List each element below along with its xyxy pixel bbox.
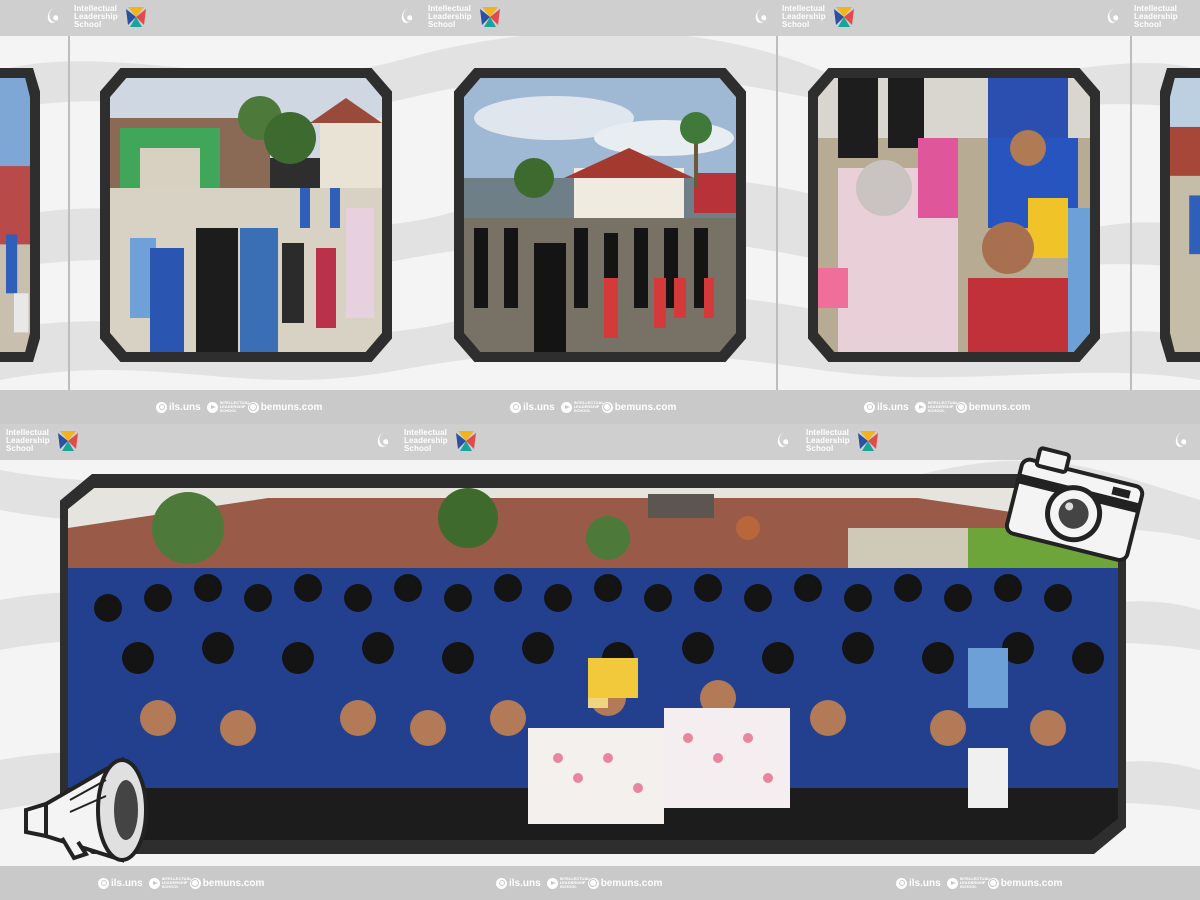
megaphone-icon bbox=[24, 756, 148, 863]
social-links: ils.uns INTELLECTUAL LEADERSHIP SCHOOL b… bbox=[896, 877, 1062, 889]
website-link[interactable]: bemuns.com bbox=[1001, 878, 1063, 889]
swirl-logo-icon bbox=[1174, 430, 1190, 457]
youtube-channel[interactable]: INTELLECTUAL LEADERSHIP SCHOOL bbox=[560, 877, 590, 889]
website-link[interactable]: bemuns.com bbox=[615, 402, 677, 413]
instagram-icon bbox=[98, 877, 109, 889]
instagram-icon bbox=[156, 401, 167, 413]
instagram-handle[interactable]: ils.uns bbox=[111, 878, 143, 889]
instagram-handle[interactable]: ils.uns bbox=[877, 402, 909, 413]
social-links: ils.uns INTELLECTUAL LEADERSHIP SCHOOL b… bbox=[864, 401, 1030, 413]
brand-line-3: School bbox=[782, 20, 810, 29]
swirl-logo-icon bbox=[376, 430, 392, 457]
social-links: ils.uns INTELLECTUAL LEADERSHIP SCHOOL b… bbox=[496, 877, 662, 889]
website-link[interactable]: bemuns.com bbox=[203, 878, 265, 889]
colorful-logo-icon bbox=[479, 7, 500, 27]
brand-line-3: School bbox=[404, 444, 432, 453]
brand-logo: Intellectual Leadership School bbox=[428, 5, 502, 29]
youtube-icon bbox=[560, 401, 572, 413]
colorful-logo-icon bbox=[833, 7, 854, 27]
brand-logo: Intellectual Leadership School bbox=[74, 5, 148, 29]
youtube-icon bbox=[546, 877, 558, 889]
photo bbox=[0, 78, 30, 352]
brand-line-3: School bbox=[428, 20, 456, 29]
group-photo-frame bbox=[60, 474, 1126, 854]
swirl-logo-icon bbox=[1106, 6, 1122, 33]
youtube-icon bbox=[946, 877, 958, 889]
youtube-channel[interactable]: INTELLECTUAL LEADERSHIP SCHOOL bbox=[162, 877, 192, 889]
swirl-logo-icon bbox=[400, 6, 416, 33]
brand-line-3: School bbox=[1134, 20, 1162, 29]
instagram-icon bbox=[864, 401, 875, 413]
brand-logo: Intellectual Leadership School bbox=[404, 429, 478, 453]
globe-icon bbox=[987, 877, 999, 889]
brand-line-3: School bbox=[806, 444, 834, 453]
instagram-handle[interactable]: ils.uns bbox=[509, 878, 541, 889]
youtube-channel[interactable]: INTELLECTUAL LEADERSHIP SCHOOL bbox=[220, 401, 250, 413]
panel-divider bbox=[1130, 36, 1132, 390]
brand-logo: Intellectual Leadership School bbox=[806, 429, 880, 453]
photo-kids-closeup bbox=[818, 78, 1090, 352]
photo-frame-partial-right bbox=[1160, 68, 1200, 362]
globe-icon bbox=[601, 401, 613, 413]
group-photo bbox=[68, 488, 1118, 840]
globe-icon bbox=[955, 401, 967, 413]
footer-bar-2: ils.uns INTELLECTUAL LEADERSHIP SCHOOL b… bbox=[0, 866, 1200, 900]
photo-dance bbox=[464, 78, 736, 352]
instagram-handle[interactable]: ils.uns bbox=[169, 402, 201, 413]
photo bbox=[1170, 78, 1200, 352]
swirl-logo-icon bbox=[754, 6, 770, 33]
colorful-logo-icon bbox=[57, 431, 78, 451]
photo-schoolyard bbox=[110, 78, 382, 352]
panel-divider bbox=[68, 36, 70, 390]
globe-icon bbox=[189, 877, 201, 889]
photo-frame-3 bbox=[808, 68, 1100, 362]
instagram-icon bbox=[896, 877, 907, 889]
website-link[interactable]: bemuns.com bbox=[261, 402, 323, 413]
globe-icon bbox=[587, 877, 599, 889]
social-links: ils.uns INTELLECTUAL LEADERSHIP SCHOOL b… bbox=[156, 401, 322, 413]
social-links: ils.uns INTELLECTUAL LEADERSHIP SCHOOL b… bbox=[510, 401, 676, 413]
youtube-channel[interactable]: INTELLECTUAL LEADERSHIP SCHOOL bbox=[574, 401, 604, 413]
brand-logo: Intellectual Leadership School bbox=[782, 5, 856, 29]
instagram-handle[interactable]: ils.uns bbox=[523, 402, 555, 413]
photo-frame-1 bbox=[100, 68, 392, 362]
photo-frame-partial-left bbox=[0, 68, 40, 362]
brand-logo: Intellectual Leadership School bbox=[1134, 5, 1178, 29]
brand-logo: Intellectual Leadership School bbox=[6, 429, 80, 453]
brand-line-3: School bbox=[74, 20, 102, 29]
colorful-logo-icon bbox=[455, 431, 476, 451]
youtube-channel[interactable]: INTELLECTUAL LEADERSHIP SCHOOL bbox=[928, 401, 958, 413]
panel-divider bbox=[776, 36, 778, 390]
youtube-icon bbox=[914, 401, 926, 413]
instagram-handle[interactable]: ils.uns bbox=[909, 878, 941, 889]
brand-line-3: School bbox=[6, 444, 34, 453]
photo-frame-2 bbox=[454, 68, 746, 362]
website-link[interactable]: bemuns.com bbox=[969, 402, 1031, 413]
globe-icon bbox=[247, 401, 259, 413]
website-link[interactable]: bemuns.com bbox=[601, 878, 663, 889]
swirl-logo-icon bbox=[776, 430, 792, 457]
instagram-icon bbox=[510, 401, 521, 413]
swirl-logo-icon bbox=[46, 6, 62, 33]
instagram-icon bbox=[496, 877, 507, 889]
youtube-icon bbox=[148, 877, 160, 889]
social-links: ils.uns INTELLECTUAL LEADERSHIP SCHOOL b… bbox=[98, 877, 264, 889]
header-bar: Intellectual Leadership School Intellect… bbox=[0, 0, 1200, 36]
youtube-channel[interactable]: INTELLECTUAL LEADERSHIP SCHOOL bbox=[960, 877, 990, 889]
colorful-logo-icon bbox=[857, 431, 878, 451]
colorful-logo-icon bbox=[125, 7, 146, 27]
youtube-icon bbox=[206, 401, 218, 413]
footer-bar: ils.uns INTELLECTUAL LEADERSHIP SCHOOL b… bbox=[0, 390, 1200, 424]
